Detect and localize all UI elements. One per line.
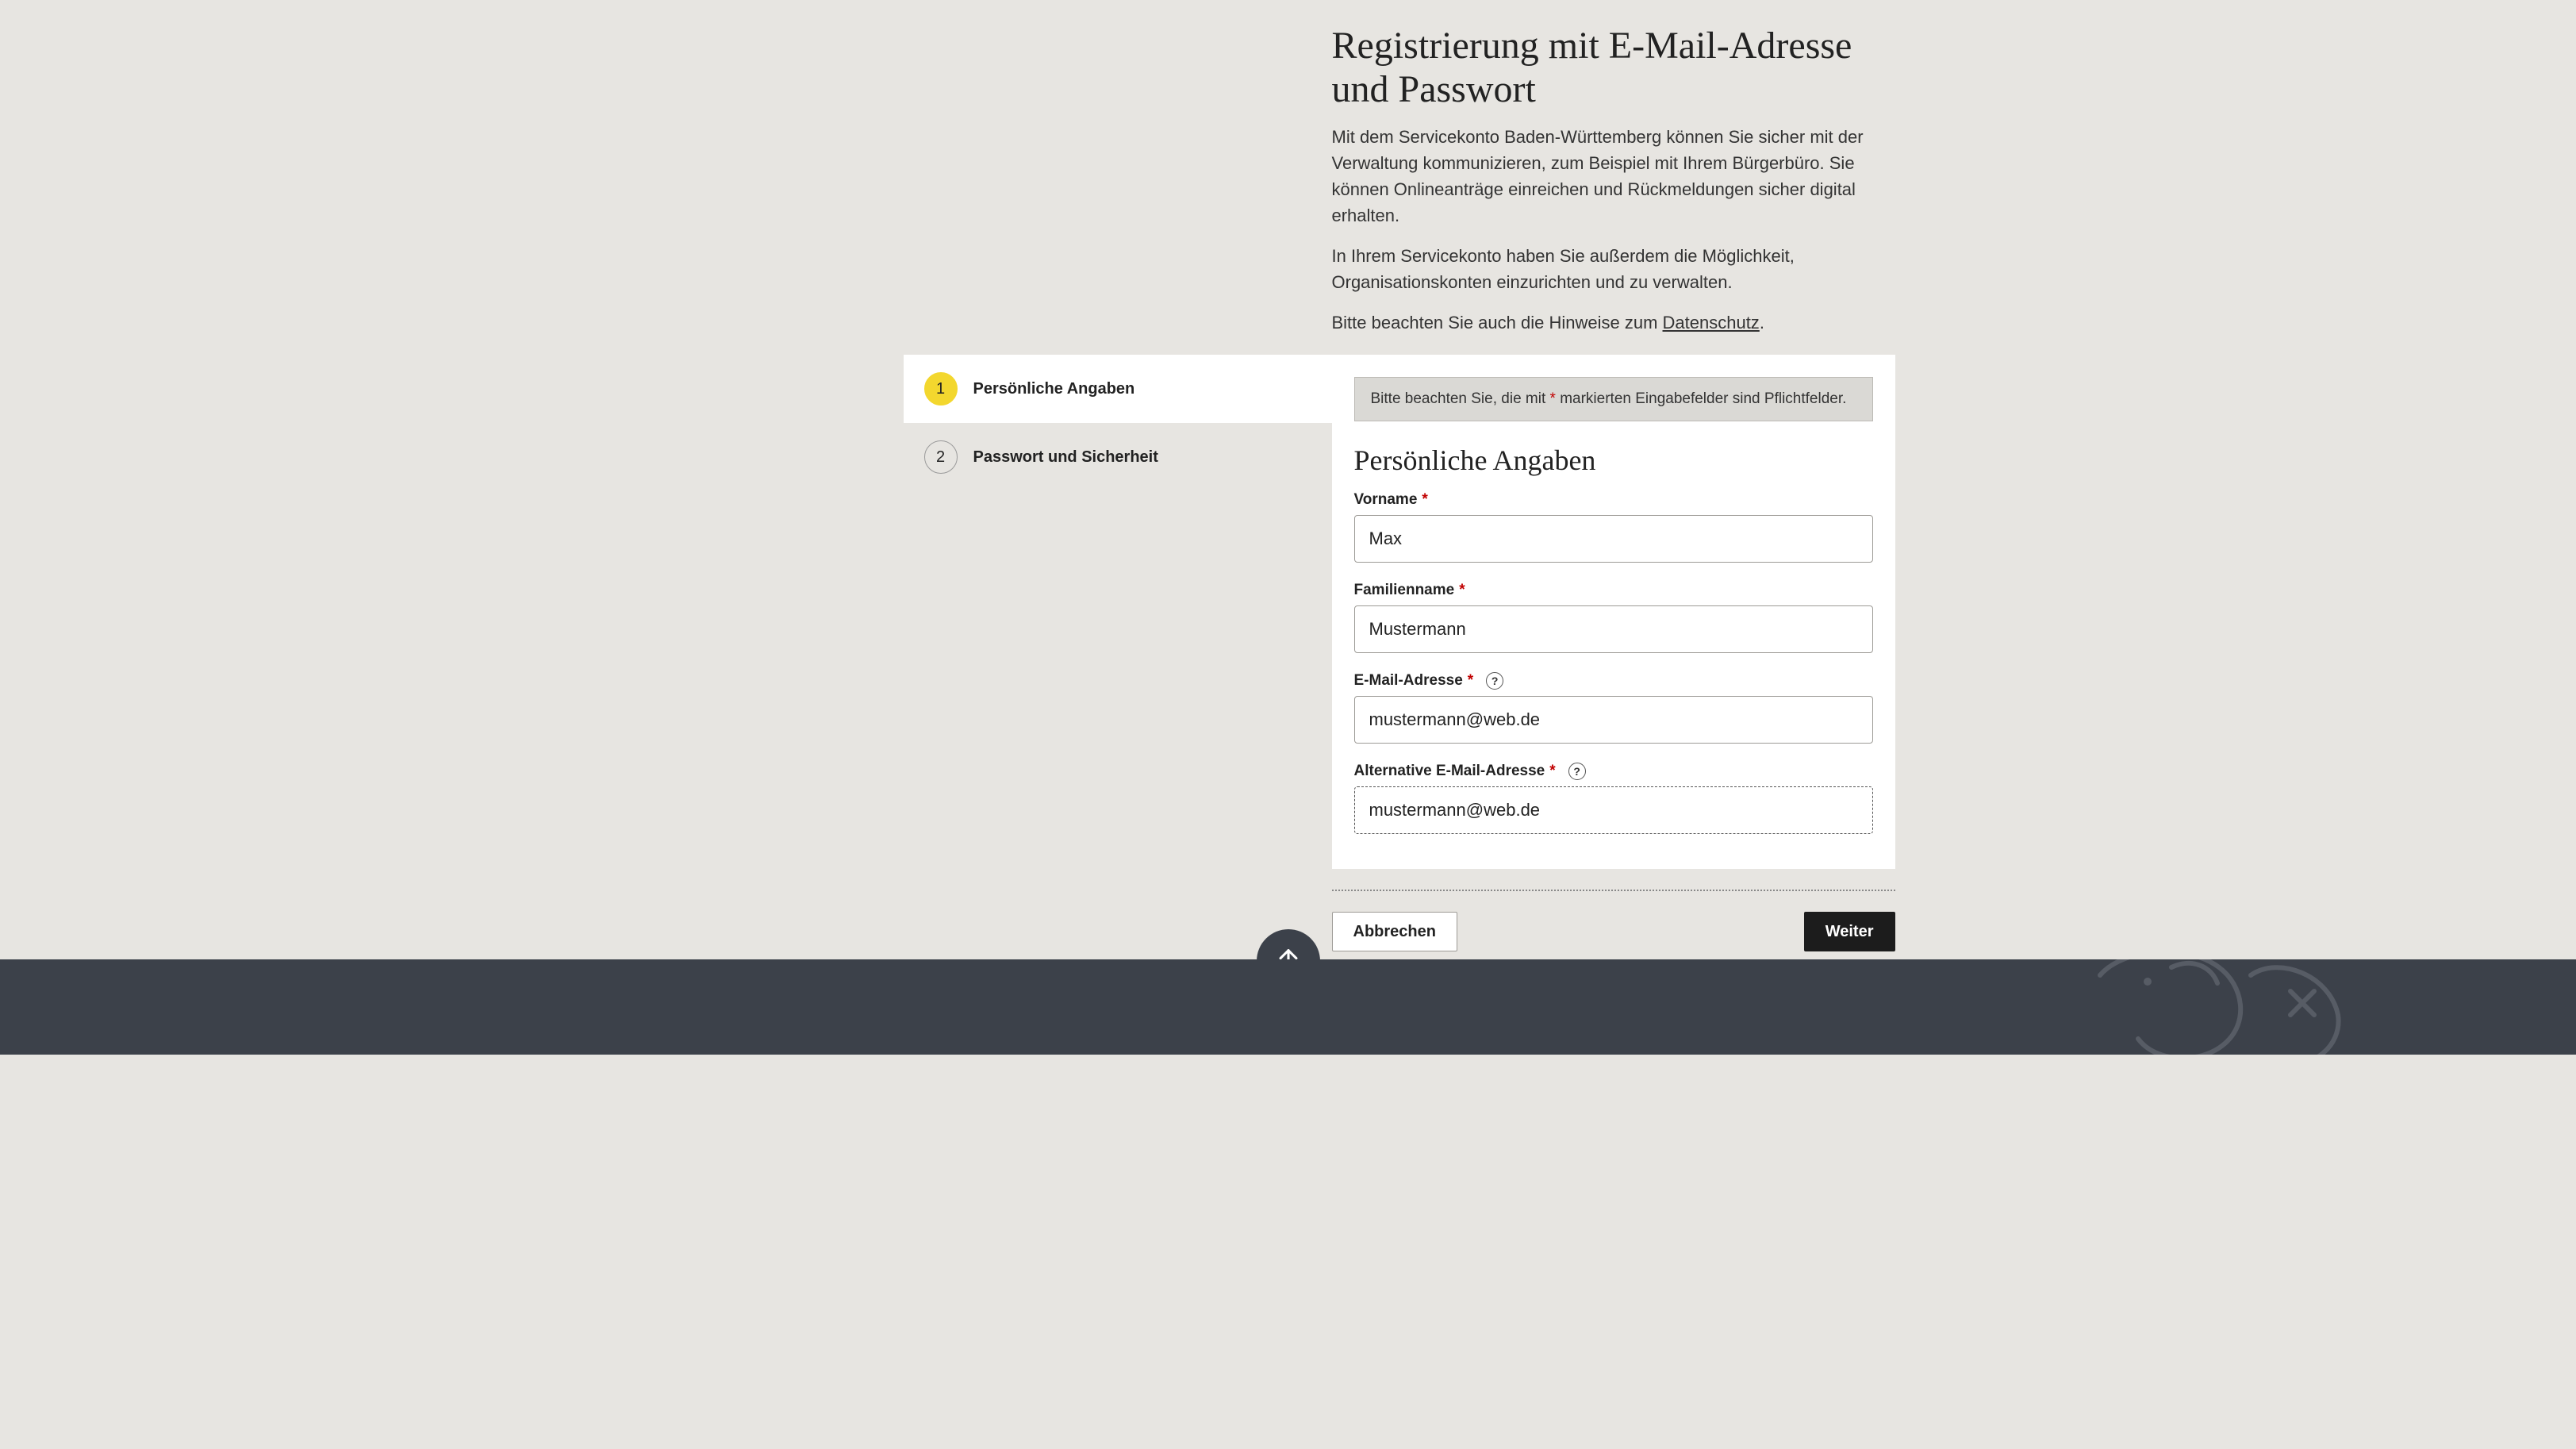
- crest-icon: [2052, 959, 2370, 1055]
- field-lastname: Familienname*: [1354, 582, 1873, 653]
- required-mark: *: [1459, 582, 1465, 599]
- next-button[interactable]: Weiter: [1804, 912, 1895, 951]
- privacy-line: Bitte beachten Sie auch die Hinweise zum…: [1332, 309, 1895, 336]
- notice-after: markierten Eingabefelder sind Pflichtfel…: [1556, 390, 1846, 407]
- actions-row: Abbrechen Weiter: [1332, 912, 1895, 951]
- required-fields-notice: Bitte beachten Sie, die mit * markierten…: [1354, 377, 1873, 421]
- required-mark: *: [1468, 672, 1473, 690]
- step-2-security[interactable]: 2 Passwort und Sicherheit: [904, 423, 1332, 491]
- altemail-input[interactable]: [1354, 786, 1873, 834]
- altemail-label: Alternative E-Mail-Adresse: [1354, 763, 1545, 780]
- notice-before: Bitte beachten Sie, die mit: [1371, 390, 1550, 407]
- intro-paragraph-2: In Ihrem Servicekonto haben Sie außerdem…: [1332, 243, 1895, 295]
- email-input[interactable]: [1354, 696, 1873, 744]
- privacy-prefix: Bitte beachten Sie auch die Hinweise zum: [1332, 313, 1663, 332]
- email-label: E-Mail-Adresse: [1354, 672, 1463, 690]
- step-sidebar: 1 Persönliche Angaben 2 Passwort und Sic…: [904, 355, 1332, 491]
- field-email: E-Mail-Adresse * ?: [1354, 672, 1873, 744]
- required-mark: *: [1422, 491, 1427, 509]
- field-firstname: Vorname*: [1354, 491, 1873, 563]
- required-mark: *: [1550, 390, 1556, 407]
- step-number: 1: [924, 372, 958, 405]
- separator: [1332, 890, 1895, 891]
- firstname-input[interactable]: [1354, 515, 1873, 563]
- step-label: Passwort und Sicherheit: [973, 448, 1158, 467]
- intro-text: Mit dem Servicekonto Baden-Württemberg k…: [1332, 124, 1895, 336]
- firstname-label: Vorname: [1354, 491, 1418, 509]
- page-footer: [0, 959, 2576, 1055]
- help-icon[interactable]: ?: [1568, 763, 1586, 780]
- intro-paragraph-1: Mit dem Servicekonto Baden-Württemberg k…: [1332, 124, 1895, 229]
- required-mark: *: [1549, 763, 1555, 780]
- privacy-link[interactable]: Datenschutz: [1663, 313, 1760, 332]
- cancel-button[interactable]: Abbrechen: [1332, 912, 1457, 951]
- field-altemail: Alternative E-Mail-Adresse* ?: [1354, 763, 1873, 834]
- page-title: Registrierung mit E-Mail-Adresse und Pas…: [1332, 24, 1895, 111]
- lastname-input[interactable]: [1354, 605, 1873, 653]
- step-1-personal[interactable]: 1 Persönliche Angaben: [904, 355, 1332, 423]
- section-title: Persönliche Angaben: [1354, 444, 1873, 477]
- form-card: Bitte beachten Sie, die mit * markierten…: [1332, 355, 1895, 869]
- step-number: 2: [924, 440, 958, 474]
- help-icon[interactable]: ?: [1486, 672, 1503, 690]
- privacy-suffix: .: [1760, 313, 1764, 332]
- step-label: Persönliche Angaben: [973, 380, 1135, 398]
- lastname-label: Familienname: [1354, 582, 1455, 599]
